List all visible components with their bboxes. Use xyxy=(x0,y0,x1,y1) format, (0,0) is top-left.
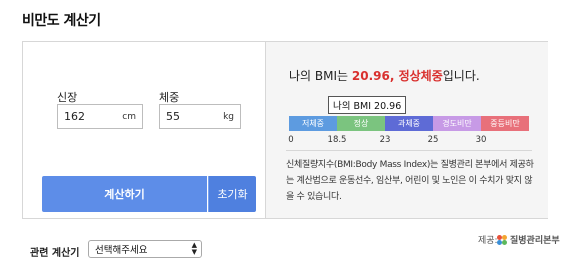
bmi-value: 20.96 xyxy=(351,69,390,83)
provider-name: 질병관리본부 xyxy=(510,236,560,246)
bmi-description: 신체질량지수(BMI:Body Mass Index)는 질병관리 본부에서 제… xyxy=(286,160,534,202)
bmi-scale-bar: 저체중 정상 과체중 경도비만 중등비만 xyxy=(289,116,529,131)
kcdc-logo-icon xyxy=(497,234,507,245)
scale-tick: 30 xyxy=(475,135,487,145)
result-divider xyxy=(286,150,532,151)
scale-segment-normal: 정상 xyxy=(337,116,385,131)
bmi-result-text: 나의 BMI는 20.96, 정상체중입니다. xyxy=(289,67,480,84)
weight-value[interactable]: 55 xyxy=(166,110,180,123)
scale-segment-underweight: 저체중 xyxy=(289,116,337,131)
calculator-panel: 신장 162 cm 체중 55 kg 계산하기 초기화 나의 BMI는 20.9… xyxy=(22,41,548,219)
provider-brand: 질병관리본부 xyxy=(497,233,560,246)
weight-unit: kg xyxy=(223,111,234,122)
height-label: 신장 xyxy=(57,91,78,104)
weight-label: 체중 xyxy=(159,91,180,104)
related-calculator-select[interactable]: 선택해주세요 ▲ ▼ xyxy=(88,240,202,258)
scale-segment-mild-obesity: 경도비만 xyxy=(433,116,481,131)
scale-tick: 25 xyxy=(427,135,439,145)
height-unit: cm xyxy=(122,111,136,122)
scale-segment-moderate-obesity: 중등비만 xyxy=(481,116,529,131)
result-section: 나의 BMI는 20.96, 정상체중입니다. 나의 BMI 20.96 저체중… xyxy=(265,42,548,218)
related-calculator-label: 관련 계산기 xyxy=(30,248,80,259)
weight-input[interactable]: 55 kg xyxy=(159,104,241,129)
result-suffix: 입니다. xyxy=(442,69,480,83)
scale-tick: 18.5 xyxy=(327,135,347,145)
provider-label: 제공: xyxy=(478,236,498,246)
scale-tick: 23 xyxy=(379,135,391,145)
page-title: 비만도 계산기 xyxy=(22,13,101,29)
reset-button[interactable]: 초기화 xyxy=(208,176,256,212)
bmi-marker-tooltip: 나의 BMI 20.96 xyxy=(328,96,407,114)
scale-segment-overweight: 과체중 xyxy=(385,116,433,131)
height-value[interactable]: 162 xyxy=(64,110,85,123)
related-select-value[interactable]: 선택해주세요 xyxy=(95,242,147,256)
result-prefix: 나의 BMI는 xyxy=(289,69,352,83)
input-section: 신장 162 cm 체중 55 kg 계산하기 초기화 xyxy=(23,42,264,218)
bmi-scale-ticks: 0 18.5 23 25 30 xyxy=(288,135,529,147)
bmi-category: 정상체중 xyxy=(398,69,443,83)
scale-tick: 0 xyxy=(288,135,294,145)
select-updown-icon[interactable]: ▲ ▼ xyxy=(192,242,197,256)
height-input[interactable]: 162 cm xyxy=(57,104,143,129)
result-separator: , xyxy=(389,69,399,83)
calculate-button[interactable]: 계산하기 xyxy=(42,176,207,212)
